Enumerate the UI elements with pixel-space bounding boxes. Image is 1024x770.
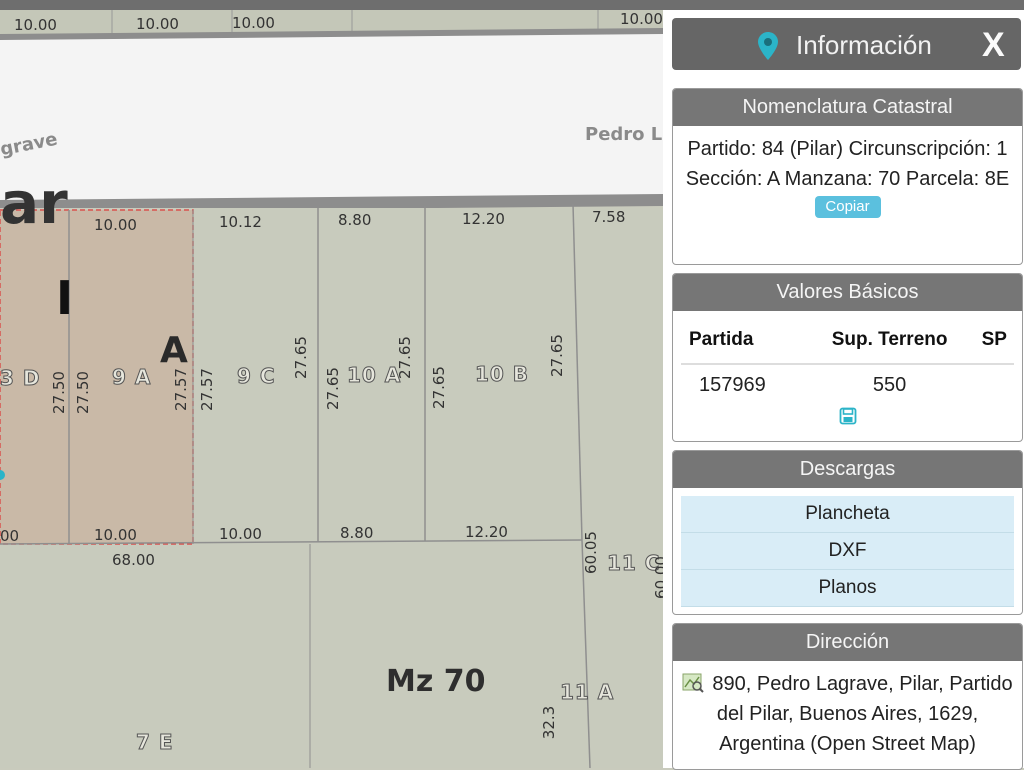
lot-depth-label: 27.65	[547, 334, 566, 377]
lot-depth-label: 27.57	[171, 368, 190, 411]
lot-width-label: 8.80	[338, 211, 372, 229]
valores-section: Valores Básicos Partida Sup. Terreno SP …	[672, 273, 1023, 442]
lot-code-label: 3 D	[0, 366, 41, 390]
lot-width-label: 12.20	[465, 523, 508, 541]
close-icon[interactable]: X	[982, 26, 1005, 65]
address-text: 890, Pedro Lagrave, Pilar, Partido del P…	[712, 673, 1013, 755]
download-planos[interactable]: Planos	[681, 570, 1014, 607]
valores-header: Valores Básicos	[673, 274, 1022, 311]
lot-code-label: 10 A	[346, 363, 402, 387]
lot-depth-label: 27.65	[323, 367, 342, 410]
lot-depth-label: 27.65	[429, 366, 448, 409]
panel-header: Información X	[672, 18, 1021, 70]
lot-depth-label: 27.50	[49, 371, 68, 414]
side-depth-label: 32.3	[540, 705, 559, 740]
lot-code-label: 9 C	[237, 364, 276, 388]
download-plancheta[interactable]: Plancheta	[681, 496, 1014, 533]
street-name-right: Pedro L	[585, 124, 663, 145]
lot-width-label: 7.58	[592, 208, 626, 226]
descargas-header: Descargas	[673, 451, 1022, 488]
address-block: 890, Pedro Lagrave, Pilar, Partido del P…	[673, 661, 1022, 759]
lot-width-label: 8.80	[340, 524, 374, 542]
lot-code-label: 11 A	[559, 680, 615, 704]
top-strip-label: 10.00	[620, 10, 663, 28]
lot-width-label: 10.12	[219, 213, 262, 231]
side-depth-label: 60.05	[581, 531, 600, 574]
map-pin-icon	[758, 32, 778, 60]
valores-table: Partida Sup. Terreno SP 157969 550	[681, 317, 1014, 405]
nomenclatura-header: Nomenclatura Catastral	[673, 89, 1022, 126]
panel-title: Información	[796, 30, 932, 60]
zone-letter-i: I	[56, 271, 74, 325]
lot-width-label: 10.00	[94, 216, 137, 234]
lot-code-label: 10 B	[474, 362, 530, 386]
copy-button[interactable]: Copiar	[814, 196, 881, 218]
lot-depth-label: 27.57	[197, 368, 216, 411]
table-row: 157969 550	[681, 364, 1014, 405]
direccion-header: Dirección	[673, 624, 1022, 661]
table-header-row: Partida Sup. Terreno SP	[681, 317, 1014, 365]
lot-total-label: 68.00	[112, 551, 155, 569]
descargas-section: Descargas Plancheta DXF Planos	[672, 450, 1023, 615]
lot-depth-label: 27.50	[73, 371, 92, 414]
lot-width-label: 10.00	[219, 525, 262, 543]
save-icon[interactable]	[839, 407, 857, 425]
column-header-sp: SP	[974, 317, 1014, 365]
lot-code-label: 9 A	[111, 365, 152, 389]
download-list: Plancheta DXF Planos	[681, 496, 1014, 607]
osm-map-icon	[682, 673, 705, 693]
lot-width-label: 10.00	[94, 526, 137, 544]
street-road	[0, 30, 663, 206]
direccion-section: Dirección 890, Pedro Lagrave, Pilar, Par…	[672, 623, 1023, 770]
nomenclatura-text: Partido: 84 (Pilar) Circunscripción: 1 S…	[685, 138, 1010, 190]
cell-superficie: 550	[872, 373, 907, 396]
lot-width-label: 12.20	[462, 210, 505, 228]
nomenclatura-section: Nomenclatura Catastral Partido: 84 (Pila…	[672, 88, 1023, 265]
cell-sp	[975, 364, 1014, 405]
locality-label: ar	[0, 169, 68, 237]
top-strip-label: 10.00	[14, 16, 57, 34]
top-strip-label: 10.00	[136, 15, 179, 33]
top-edge	[0, 0, 1024, 10]
block-label: Mz 70	[386, 664, 486, 699]
info-panel: Información X Nomenclatura Catastral Par…	[663, 10, 1024, 770]
top-strip-label: 10.00	[232, 14, 275, 32]
zone-letter-a: A	[160, 330, 188, 371]
lot-code-label: 7 E	[136, 730, 174, 754]
column-header-superficie: Sup. Terreno	[804, 317, 975, 365]
lot-width-label: 00	[0, 527, 20, 545]
column-header-partida: Partida	[681, 317, 805, 365]
download-dxf[interactable]: DXF	[681, 533, 1014, 570]
cell-partida: 157969	[699, 373, 766, 396]
lot-depth-label: 27.65	[291, 336, 310, 379]
